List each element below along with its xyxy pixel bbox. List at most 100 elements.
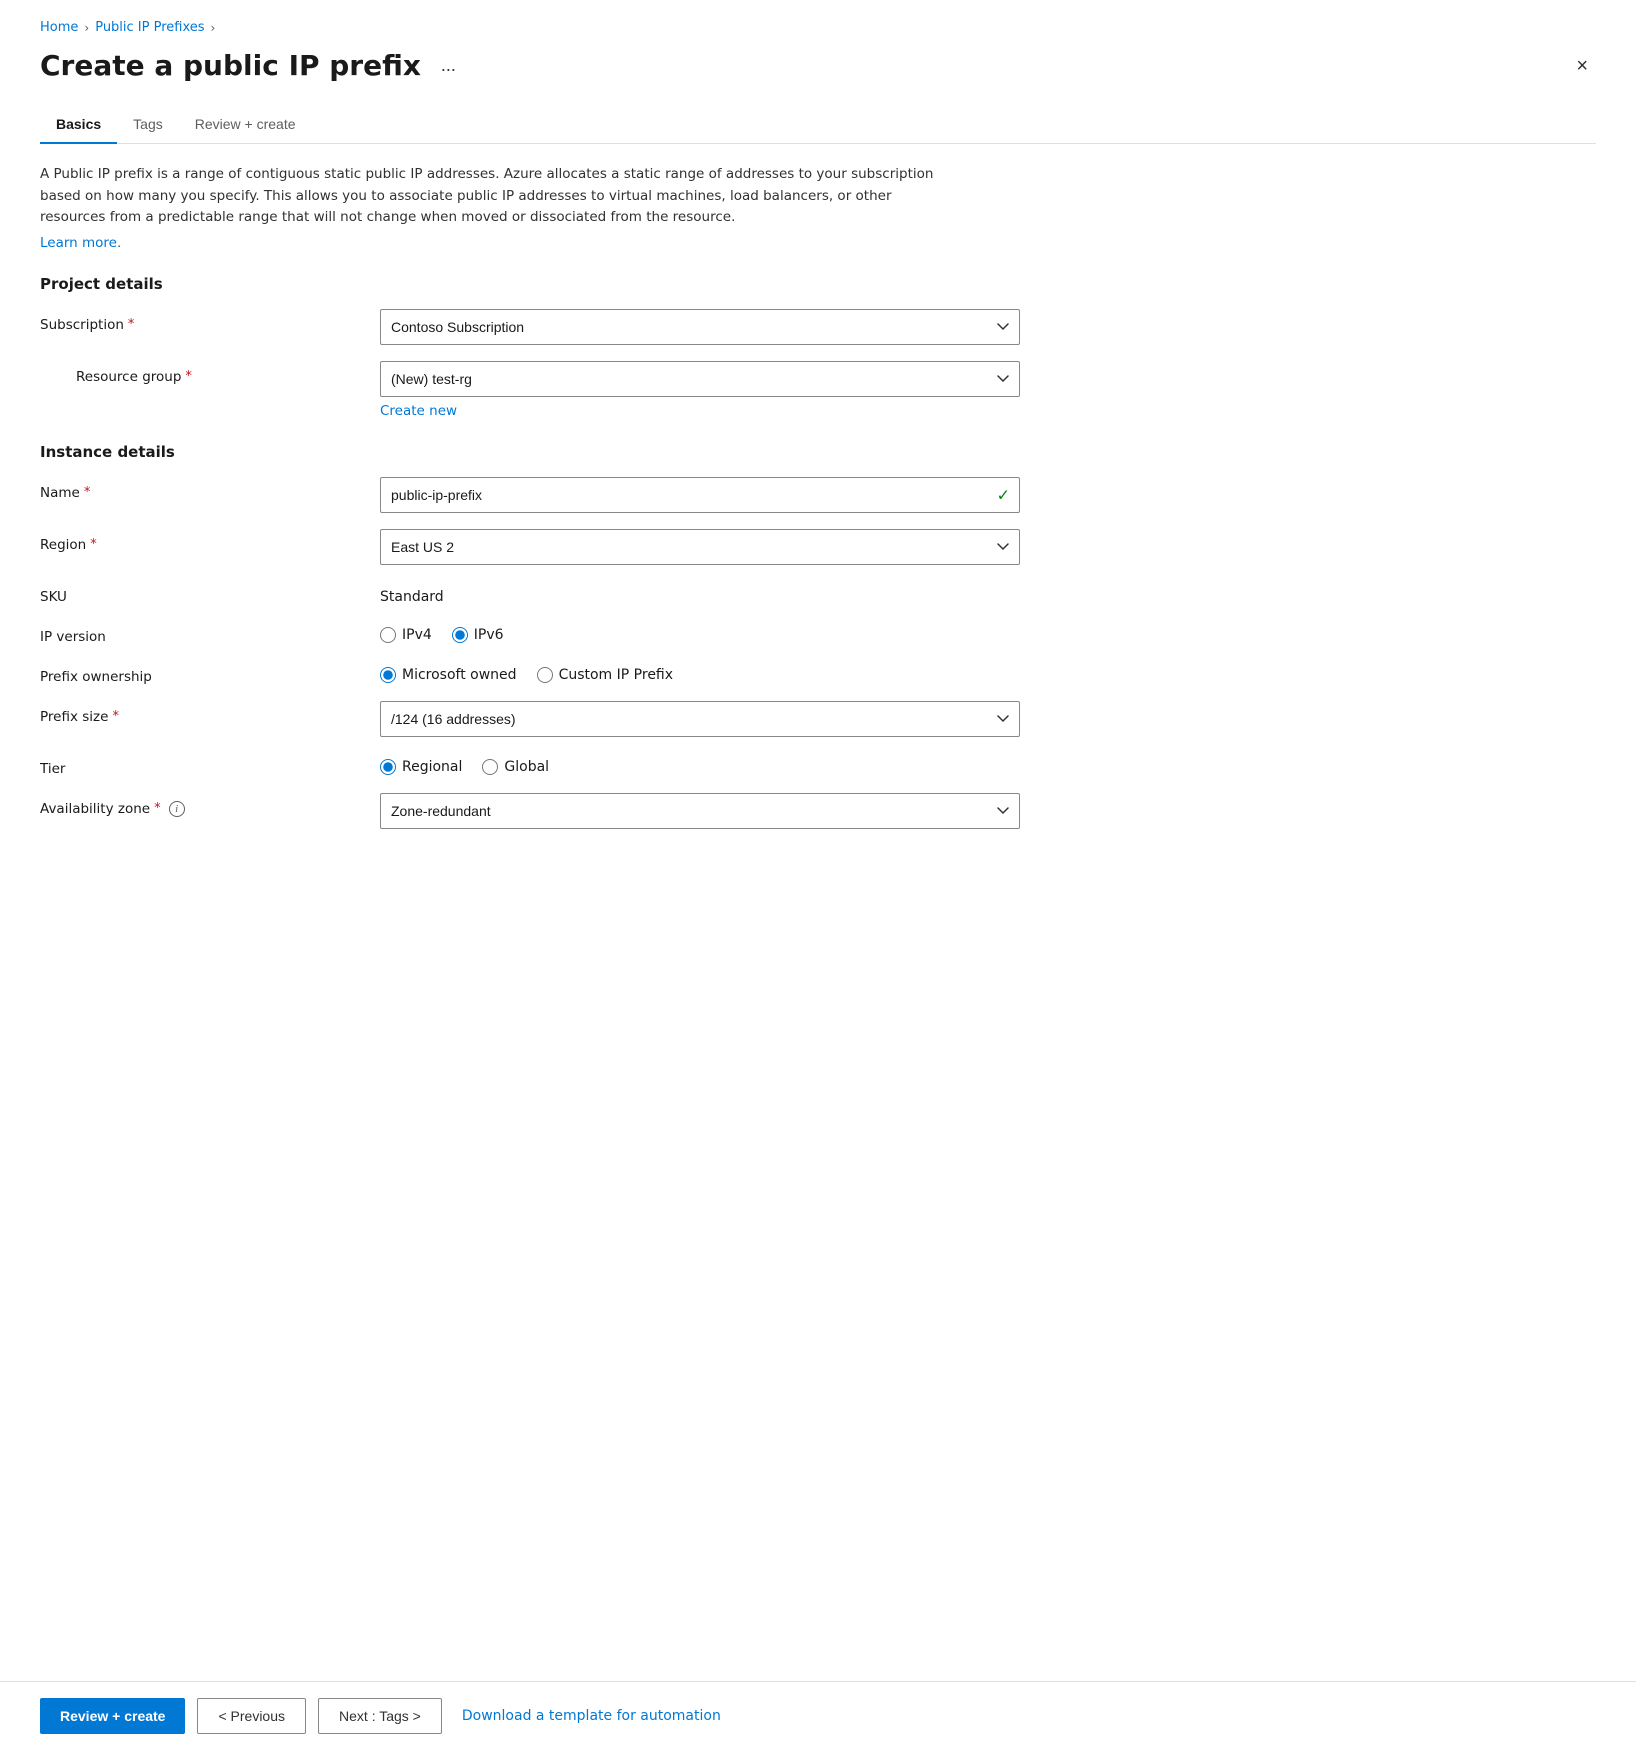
- page-description: A Public IP prefix is a range of contigu…: [40, 164, 960, 229]
- availability-zone-required: *: [154, 801, 161, 816]
- ip-version-control: IPv4 IPv6: [380, 621, 1020, 643]
- region-label-col: Region *: [40, 529, 380, 553]
- tier-label-col: Tier: [40, 753, 380, 777]
- tier-row: Tier Regional Global: [40, 753, 1596, 777]
- availability-zone-label-col: Availability zone * i: [40, 793, 380, 817]
- ip-version-row: IP version IPv4 IPv6: [40, 621, 1596, 645]
- close-button[interactable]: ×: [1568, 52, 1596, 80]
- region-row: Region * East US 2: [40, 529, 1596, 565]
- prefix-size-row: Prefix size * /124 (16 addresses)/120 (2…: [40, 701, 1596, 737]
- tab-review-create[interactable]: Review + create: [179, 106, 312, 144]
- page-title-row: Create a public IP prefix ...: [40, 49, 464, 82]
- sku-value: Standard: [380, 581, 1020, 605]
- breadcrumb-sep-2: ›: [211, 21, 216, 35]
- ellipsis-button[interactable]: ...: [433, 51, 464, 80]
- prefix-size-required: *: [112, 709, 119, 724]
- prefix-ownership-custom-option[interactable]: Custom IP Prefix: [537, 667, 673, 683]
- name-input[interactable]: [380, 477, 1020, 513]
- prefix-ownership-label: Prefix ownership: [40, 669, 152, 685]
- prefix-ownership-microsoft-radio[interactable]: [380, 667, 396, 683]
- region-dropdown[interactable]: East US 2: [380, 529, 1020, 565]
- tier-regional-option[interactable]: Regional: [380, 759, 462, 775]
- name-valid-icon: ✓: [997, 485, 1010, 504]
- tab-tags[interactable]: Tags: [117, 106, 179, 144]
- create-new-link[interactable]: Create new: [380, 403, 457, 419]
- subscription-label-col: Subscription *: [40, 309, 380, 333]
- prefix-ownership-row: Prefix ownership Microsoft owned Custom …: [40, 661, 1596, 685]
- resource-group-control: (New) test-rg Create new: [380, 361, 1020, 419]
- availability-zone-control: Zone-redundant123No Zone: [380, 793, 1020, 829]
- review-create-button[interactable]: Review + create: [40, 1698, 185, 1734]
- sku-control: Standard: [380, 581, 1020, 605]
- instance-details-title: Instance details: [40, 443, 1596, 461]
- availability-zone-dropdown[interactable]: Zone-redundant123No Zone: [380, 793, 1020, 829]
- learn-more-link[interactable]: Learn more.: [40, 235, 121, 251]
- prefix-ownership-custom-label[interactable]: Custom IP Prefix: [559, 667, 673, 683]
- name-label-col: Name *: [40, 477, 380, 501]
- subscription-label: Subscription: [40, 317, 124, 333]
- sku-label-col: SKU: [40, 581, 380, 605]
- breadcrumb-home[interactable]: Home: [40, 20, 78, 35]
- prefix-ownership-radio-group: Microsoft owned Custom IP Prefix: [380, 661, 1020, 683]
- breadcrumb-public-ip-prefixes[interactable]: Public IP Prefixes: [95, 20, 204, 35]
- previous-button[interactable]: < Previous: [197, 1698, 306, 1734]
- ip-version-ipv4-option[interactable]: IPv4: [380, 627, 432, 643]
- subscription-dropdown[interactable]: Contoso Subscription: [380, 309, 1020, 345]
- resource-group-dropdown[interactable]: (New) test-rg: [380, 361, 1020, 397]
- resource-group-row: Resource group * (New) test-rg Create ne…: [40, 361, 1596, 419]
- tier-control: Regional Global: [380, 753, 1020, 775]
- ip-version-ipv6-label[interactable]: IPv6: [474, 627, 504, 643]
- subscription-required: *: [128, 317, 135, 332]
- prefix-ownership-label-col: Prefix ownership: [40, 661, 380, 685]
- ip-version-label: IP version: [40, 629, 106, 645]
- tier-radio-group: Regional Global: [380, 753, 1020, 775]
- name-label: Name: [40, 485, 80, 501]
- next-button[interactable]: Next : Tags >: [318, 1698, 442, 1734]
- region-required: *: [90, 537, 97, 552]
- prefix-size-dropdown[interactable]: /124 (16 addresses)/120 (256 addresses)/…: [380, 701, 1020, 737]
- name-required: *: [84, 485, 91, 500]
- tier-regional-radio[interactable]: [380, 759, 396, 775]
- name-control: ✓: [380, 477, 1020, 513]
- breadcrumb: Home › Public IP Prefixes ›: [40, 20, 1596, 35]
- availability-zone-label: Availability zone: [40, 801, 150, 817]
- tier-global-radio[interactable]: [482, 759, 498, 775]
- ip-version-ipv6-radio[interactable]: [452, 627, 468, 643]
- ip-version-ipv4-radio[interactable]: [380, 627, 396, 643]
- prefix-ownership-microsoft-option[interactable]: Microsoft owned: [380, 667, 517, 683]
- prefix-size-label: Prefix size: [40, 709, 108, 725]
- availability-zone-info-icon[interactable]: i: [169, 801, 185, 817]
- resource-group-label-col: Resource group *: [40, 361, 380, 385]
- region-label: Region: [40, 537, 86, 553]
- name-row: Name * ✓: [40, 477, 1596, 513]
- tier-label: Tier: [40, 761, 65, 777]
- ip-version-ipv6-option[interactable]: IPv6: [452, 627, 504, 643]
- ip-version-label-col: IP version: [40, 621, 380, 645]
- subscription-control: Contoso Subscription: [380, 309, 1020, 345]
- tier-global-option[interactable]: Global: [482, 759, 549, 775]
- subscription-row: Subscription * Contoso Subscription: [40, 309, 1596, 345]
- breadcrumb-sep-1: ›: [84, 21, 89, 35]
- sku-row: SKU Standard: [40, 581, 1596, 605]
- page-title: Create a public IP prefix: [40, 49, 421, 82]
- sku-label: SKU: [40, 589, 67, 605]
- region-control: East US 2: [380, 529, 1020, 565]
- download-template-link[interactable]: Download a template for automation: [462, 1708, 721, 1724]
- ip-version-radio-group: IPv4 IPv6: [380, 621, 1020, 643]
- tier-regional-label[interactable]: Regional: [402, 759, 462, 775]
- prefix-ownership-microsoft-label[interactable]: Microsoft owned: [402, 667, 517, 683]
- prefix-size-control: /124 (16 addresses)/120 (256 addresses)/…: [380, 701, 1020, 737]
- prefix-ownership-custom-radio[interactable]: [537, 667, 553, 683]
- tab-basics[interactable]: Basics: [40, 106, 117, 144]
- project-details-title: Project details: [40, 275, 1596, 293]
- resource-group-label: Resource group: [76, 369, 181, 385]
- prefix-size-label-col: Prefix size *: [40, 701, 380, 725]
- name-input-wrapper: ✓: [380, 477, 1020, 513]
- footer: Review + create < Previous Next : Tags >…: [0, 1681, 1636, 1750]
- resource-group-required: *: [185, 369, 192, 384]
- tier-global-label[interactable]: Global: [504, 759, 549, 775]
- ip-version-ipv4-label[interactable]: IPv4: [402, 627, 432, 643]
- tabs-container: Basics Tags Review + create: [40, 106, 1596, 144]
- prefix-ownership-control: Microsoft owned Custom IP Prefix: [380, 661, 1020, 683]
- page-header: Create a public IP prefix ... ×: [40, 49, 1596, 82]
